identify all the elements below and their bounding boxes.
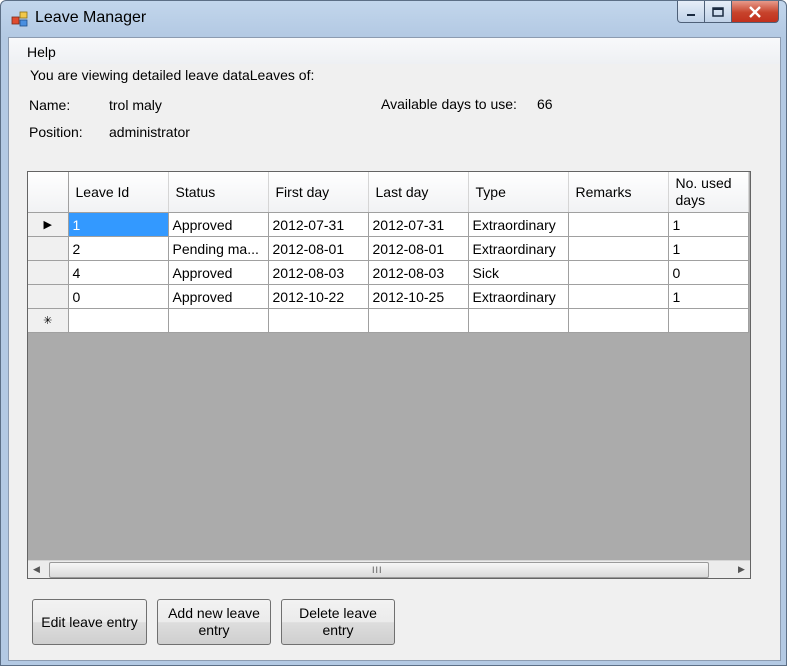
- row-header[interactable]: [28, 260, 69, 285]
- row-header[interactable]: [28, 284, 69, 309]
- column-header-last-day[interactable]: Last day: [368, 172, 469, 213]
- header-row: Leave Id Status First day Last day Type …: [28, 172, 749, 213]
- column-header-remarks[interactable]: Remarks: [568, 172, 669, 213]
- cell-remarks[interactable]: [568, 260, 669, 285]
- table-row[interactable]: 0 Approved 2012-10-22 2012-10-25 Extraor…: [28, 284, 749, 309]
- cell-type[interactable]: Extraordinary: [468, 236, 569, 261]
- cell-remarks[interactable]: [568, 236, 669, 261]
- edit-leave-entry-label: Edit leave entry: [41, 613, 138, 630]
- title-bar[interactable]: Leave Manager: [1, 1, 786, 37]
- add-new-leave-entry-label: Add new leave entry: [168, 605, 260, 638]
- new-row[interactable]: ✳: [28, 308, 749, 333]
- cell-first-day[interactable]: 2012-08-03: [268, 260, 369, 285]
- cell-used-days[interactable]: 1: [668, 284, 749, 309]
- add-new-leave-entry-button[interactable]: Add new leave entry: [157, 599, 271, 645]
- scroll-right-arrow-icon[interactable]: ▶: [733, 561, 750, 578]
- new-cell[interactable]: [668, 308, 749, 333]
- new-cell[interactable]: [268, 308, 369, 333]
- position-value: administrator: [109, 124, 190, 140]
- cell-remarks[interactable]: [568, 284, 669, 309]
- scrollbar-grip-icon: III: [372, 565, 383, 575]
- cell-status[interactable]: Approved: [168, 212, 269, 237]
- intro-label: You are viewing detailed leave dataLeave…: [30, 67, 315, 83]
- cell-leave-id[interactable]: 0: [68, 284, 169, 309]
- name-label: Name:: [29, 97, 71, 113]
- leave-data-grid[interactable]: Leave Id Status First day Last day Type …: [27, 171, 751, 579]
- cell-used-days[interactable]: 1: [668, 212, 749, 237]
- menu-bar: Help: [9, 38, 780, 64]
- table-row[interactable]: 4 Approved 2012-08-03 2012-08-03 Sick 0: [28, 260, 749, 285]
- name-value: trol maly: [109, 97, 162, 113]
- cell-last-day[interactable]: 2012-08-01: [368, 236, 469, 261]
- cell-last-day[interactable]: 2012-08-03: [368, 260, 469, 285]
- column-header-first-day[interactable]: First day: [268, 172, 369, 213]
- cell-leave-id[interactable]: 2: [68, 236, 169, 261]
- close-button[interactable]: [732, 1, 779, 23]
- delete-leave-entry-button[interactable]: Delete leave entry: [281, 599, 395, 645]
- available-days-value: 66: [537, 96, 553, 112]
- cell-leave-id[interactable]: 1: [68, 212, 169, 237]
- cell-used-days[interactable]: 1: [668, 236, 749, 261]
- cell-type[interactable]: Extraordinary: [468, 284, 569, 309]
- cell-status[interactable]: Approved: [168, 284, 269, 309]
- menu-item-help[interactable]: Help: [27, 44, 56, 60]
- scroll-left-arrow-icon[interactable]: ◀: [28, 561, 45, 578]
- leave-manager-window: Leave Manager Help You are viewing detai…: [0, 0, 787, 666]
- current-row-indicator-icon[interactable]: ▶: [28, 212, 69, 237]
- cell-leave-id[interactable]: 4: [68, 260, 169, 285]
- row-header[interactable]: [28, 236, 69, 261]
- column-header-status[interactable]: Status: [168, 172, 269, 213]
- position-label: Position:: [29, 124, 83, 140]
- leave-table: Leave Id Status First day Last day Type …: [28, 172, 749, 333]
- table-row[interactable]: 2 Pending ma... 2012-08-01 2012-08-01 Ex…: [28, 236, 749, 261]
- column-header-no-used-days[interactable]: No. used days: [668, 172, 749, 213]
- new-cell[interactable]: [568, 308, 669, 333]
- cell-type[interactable]: Extraordinary: [468, 212, 569, 237]
- close-icon: [749, 5, 761, 18]
- cell-status[interactable]: Approved: [168, 260, 269, 285]
- horizontal-scrollbar[interactable]: ◀ III ▶: [28, 560, 750, 578]
- cell-last-day[interactable]: 2012-07-31: [368, 212, 469, 237]
- cell-first-day[interactable]: 2012-08-01: [268, 236, 369, 261]
- edit-leave-entry-button[interactable]: Edit leave entry: [32, 599, 147, 645]
- scrollbar-thumb[interactable]: III: [49, 562, 709, 578]
- maximize-icon: [712, 6, 724, 17]
- cell-last-day[interactable]: 2012-10-25: [368, 284, 469, 309]
- app-icon: [11, 11, 28, 27]
- minimize-icon: [687, 13, 695, 16]
- window-title: Leave Manager: [35, 9, 147, 26]
- column-header-leave-id[interactable]: Leave Id: [68, 172, 169, 213]
- new-cell[interactable]: [68, 308, 169, 333]
- cell-first-day[interactable]: 2012-07-31: [268, 212, 369, 237]
- delete-leave-entry-label: Delete leave entry: [299, 605, 377, 638]
- row-header-corner[interactable]: [28, 172, 69, 213]
- cell-type[interactable]: Sick: [468, 260, 569, 285]
- form-client-area: Help You are viewing detailed leave data…: [8, 37, 781, 661]
- cell-remarks[interactable]: [568, 212, 669, 237]
- new-cell[interactable]: [168, 308, 269, 333]
- new-cell[interactable]: [368, 308, 469, 333]
- cell-used-days[interactable]: 0: [668, 260, 749, 285]
- maximize-button[interactable]: [705, 1, 732, 23]
- new-cell[interactable]: [468, 308, 569, 333]
- new-row-asterisk-icon[interactable]: ✳: [28, 308, 69, 333]
- cell-first-day[interactable]: 2012-10-22: [268, 284, 369, 309]
- column-header-type[interactable]: Type: [468, 172, 569, 213]
- cell-status[interactable]: Pending ma...: [168, 236, 269, 261]
- available-days-label: Available days to use:: [381, 96, 517, 112]
- minimize-button[interactable]: [677, 1, 705, 23]
- table-row[interactable]: ▶ 1 Approved 2012-07-31 2012-07-31 Extra…: [28, 212, 749, 237]
